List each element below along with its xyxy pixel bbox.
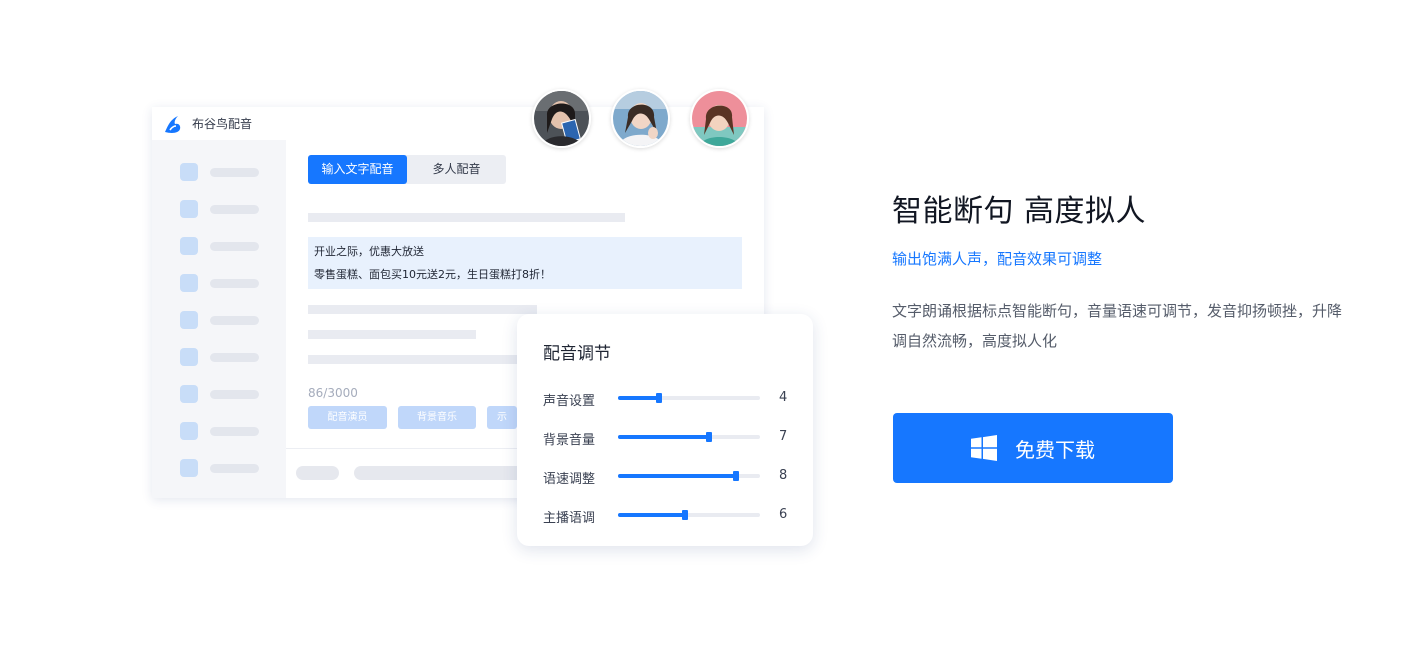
feature-headline: 智能断句 高度拟人	[892, 194, 1147, 229]
sidebar-item[interactable]	[180, 311, 290, 329]
slider-value: 7	[779, 429, 788, 444]
voice-actor-button[interactable]: 配音演员	[308, 406, 387, 429]
sidebar-item-icon	[180, 311, 198, 329]
slider-intonation: 主播语调 6	[543, 505, 793, 526]
tab-multi-person-dubbing[interactable]: 多人配音	[407, 155, 506, 184]
voice-actor-avatar-1[interactable]	[532, 89, 591, 148]
free-download-button[interactable]: 免费下载	[893, 413, 1173, 483]
app-titlebar: 布谷鸟配音	[152, 107, 764, 140]
tab-group: 输入文字配音 多人配音	[308, 155, 506, 184]
slider-value: 4	[779, 390, 788, 405]
slider-track[interactable]	[618, 432, 760, 442]
slider-label: 背景音量	[543, 433, 596, 448]
tab-text-dubbing[interactable]: 输入文字配音	[308, 155, 407, 184]
slider-value: 8	[779, 468, 788, 483]
slider-background-volume: 背景音量 7	[543, 427, 793, 448]
text-placeholder-line	[308, 305, 537, 314]
text-placeholder-line	[308, 355, 520, 364]
sidebar-item[interactable]	[180, 163, 290, 181]
app-sidebar	[152, 140, 286, 498]
sidebar-item-icon	[180, 274, 198, 292]
bird-logo-icon	[165, 116, 181, 133]
feature-description: 文字朗诵根据标点智能断句，音量语速可调节，发音抑扬顿挫，升降调自然流畅，高度拟人…	[892, 302, 1343, 350]
sidebar-item-icon	[180, 237, 198, 255]
avatar-portrait-icon	[534, 91, 589, 146]
sidebar-item-label-placeholder	[210, 464, 259, 473]
avatar-portrait-icon	[692, 91, 747, 146]
sidebar-item-icon	[180, 163, 198, 181]
slider-handle[interactable]	[656, 393, 662, 403]
app-name: 布谷鸟配音	[192, 117, 253, 131]
slider-handle[interactable]	[706, 432, 712, 442]
slider-fill	[618, 513, 685, 517]
slider-fill	[618, 396, 659, 400]
slider-track[interactable]	[618, 393, 760, 403]
slider-fill	[618, 474, 736, 478]
slider-label: 声音设置	[543, 394, 596, 409]
feature-subheadline: 输出饱满人声，配音效果可调整	[892, 250, 1103, 268]
sidebar-item-label-placeholder	[210, 316, 259, 325]
slider-label: 语速调整	[543, 472, 596, 487]
sidebar-item[interactable]	[180, 422, 290, 440]
background-music-button[interactable]: 背景音乐	[398, 406, 476, 429]
sidebar-item-label-placeholder	[210, 168, 259, 177]
slider-speed: 语速调整 8	[543, 466, 793, 487]
sidebar-item[interactable]	[180, 274, 290, 292]
sidebar-item-icon	[180, 459, 198, 477]
avatar-portrait-icon	[613, 91, 668, 146]
voice-actor-avatar-2[interactable]	[611, 89, 670, 148]
text-line: 开业之际，优惠大放送	[314, 245, 424, 258]
slider-label: 主播语调	[543, 511, 596, 526]
char-counter: 86/3000	[308, 386, 358, 400]
sidebar-item[interactable]	[180, 348, 290, 366]
slider-fill	[618, 435, 709, 439]
sidebar-item-label-placeholder	[210, 242, 259, 251]
sidebar-item-label-placeholder	[210, 205, 259, 214]
highlighted-text-block[interactable]: 开业之际，优惠大放送 零售蛋糕、面包买10元送2元，生日蛋糕打8折！	[308, 237, 742, 289]
demo-button[interactable]: 示	[487, 406, 517, 429]
sidebar-item[interactable]	[180, 237, 290, 255]
sidebar-item[interactable]	[180, 200, 290, 218]
voice-actor-avatar-3[interactable]	[690, 89, 749, 148]
sidebar-item-icon	[180, 422, 198, 440]
sidebar-item-label-placeholder	[210, 279, 259, 288]
sidebar-item-label-placeholder	[210, 353, 259, 362]
sidebar-item-icon	[180, 348, 198, 366]
text-placeholder-line	[308, 330, 476, 339]
sidebar-item-icon	[180, 200, 198, 218]
footer-placeholder	[354, 466, 524, 480]
slider-handle[interactable]	[733, 471, 739, 481]
text-placeholder-line	[308, 213, 625, 222]
sidebar-item-label-placeholder	[210, 427, 259, 436]
download-button-label: 免费下载	[1015, 437, 1095, 462]
text-line: 零售蛋糕、面包买10元送2元，生日蛋糕打8折！	[314, 268, 551, 281]
sidebar-item-label-placeholder	[210, 390, 259, 399]
windows-icon	[971, 435, 997, 461]
sidebar-item[interactable]	[180, 385, 290, 403]
feature-section: 布谷鸟配音 输入文字配音 多人配音 开业之际，优惠大放送 零售蛋糕、面包买10元…	[0, 0, 1422, 665]
slider-handle[interactable]	[682, 510, 688, 520]
panel-title: 配音调节	[543, 344, 611, 364]
sidebar-item[interactable]	[180, 459, 290, 477]
slider-track[interactable]	[618, 510, 760, 520]
slider-track[interactable]	[618, 471, 760, 481]
footer-placeholder	[296, 466, 339, 480]
dubbing-adjust-panel: 配音调节 声音设置 4 背景音量 7 语速调整 8 主播语调 6	[517, 314, 813, 546]
slider-voice-setting: 声音设置 4	[543, 388, 793, 409]
slider-value: 6	[779, 507, 788, 522]
sidebar-item-icon	[180, 385, 198, 403]
